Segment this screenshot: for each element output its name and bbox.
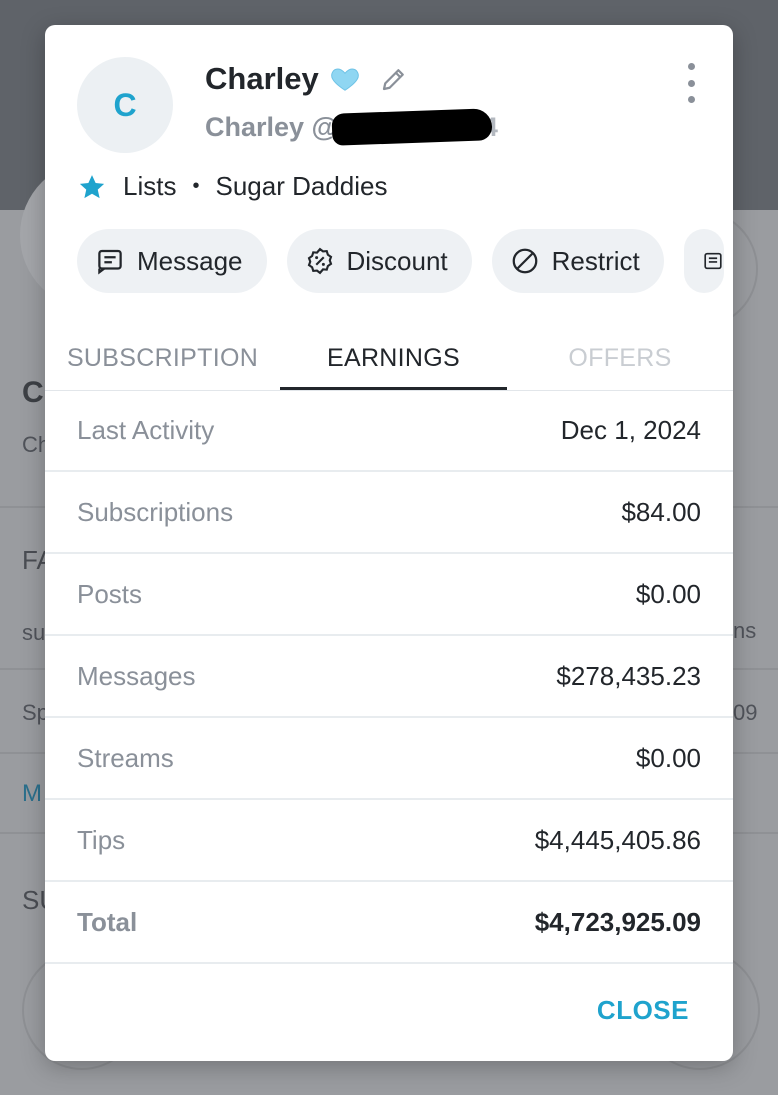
row-value: $84.00 bbox=[621, 496, 701, 527]
fan-details-modal: C Charley Charley @ 74 Lists • Sugar Dad… bbox=[45, 25, 733, 1061]
background-right-text: ns bbox=[733, 618, 757, 643]
action-buttons: Message Discount Restrict bbox=[77, 229, 724, 293]
avatar[interactable]: C bbox=[77, 57, 173, 153]
pencil-icon[interactable] bbox=[379, 64, 409, 94]
heart-icon bbox=[329, 64, 361, 94]
tab-subscription[interactable]: SUBSCRIPTION bbox=[55, 325, 270, 391]
row-value: $0.00 bbox=[635, 742, 701, 773]
message-icon bbox=[98, 249, 122, 275]
star-icon bbox=[79, 174, 105, 198]
more-vertical-icon[interactable] bbox=[679, 63, 703, 103]
close-button[interactable]: CLOSE bbox=[597, 995, 689, 1026]
avatar-initial: C bbox=[113, 86, 137, 123]
background-more-link: M bbox=[22, 780, 42, 807]
row-label: Tips bbox=[77, 824, 126, 855]
tab-bar: SUBSCRIPTION EARNINGS OFFERS bbox=[45, 325, 733, 391]
row-value: $278,435.23 bbox=[556, 660, 701, 691]
earnings-row-messages: Messages $278,435.23 bbox=[45, 636, 733, 718]
earnings-row-tips: Tips $4,445,405.86 bbox=[45, 800, 733, 882]
dot-separator: • bbox=[192, 175, 200, 197]
discount-icon bbox=[307, 247, 332, 275]
redaction-mark bbox=[331, 108, 493, 146]
message-button[interactable]: Message bbox=[77, 229, 267, 293]
row-value: Dec 1, 2024 bbox=[560, 414, 701, 445]
row-label: Posts bbox=[77, 578, 143, 609]
discount-label: Discount bbox=[346, 245, 448, 276]
earnings-row-posts: Posts $0.00 bbox=[45, 554, 733, 636]
background-initial: C bbox=[22, 376, 44, 409]
user-handle: Charley @ bbox=[205, 111, 338, 142]
lists-label: Lists bbox=[123, 171, 177, 201]
row-label: Last Activity bbox=[77, 414, 215, 445]
row-value: $0.00 bbox=[635, 578, 701, 609]
earnings-row-total: Total $4,723,925.09 bbox=[45, 882, 733, 964]
list-name: Sugar Daddies bbox=[215, 171, 388, 201]
row-label: Total bbox=[77, 906, 138, 937]
discount-button[interactable]: Discount bbox=[286, 229, 472, 293]
background-right-value: 09 bbox=[733, 700, 758, 725]
message-label: Message bbox=[137, 245, 243, 276]
earnings-row-subscriptions: Subscriptions $84.00 bbox=[45, 472, 733, 554]
row-value: $4,445,405.86 bbox=[534, 824, 701, 855]
earnings-row-streams: Streams $0.00 bbox=[45, 718, 733, 800]
tab-earnings[interactable]: EARNINGS bbox=[280, 325, 507, 391]
row-label: Subscriptions bbox=[77, 496, 234, 527]
name-row: Charley bbox=[205, 61, 409, 97]
background-sub-text: su bbox=[22, 620, 46, 645]
tab-offers[interactable]: OFFERS bbox=[515, 325, 725, 391]
row-label: Messages bbox=[77, 660, 196, 691]
restrict-label: Restrict bbox=[551, 245, 640, 276]
row-value: $4,723,925.09 bbox=[534, 906, 701, 937]
lists-row[interactable]: Lists • Sugar Daddies bbox=[77, 171, 387, 202]
list-icon bbox=[704, 252, 722, 270]
handle-row: Charley @ 74 bbox=[205, 108, 498, 146]
earnings-table: Last Activity Dec 1, 2024 Subscriptions … bbox=[45, 390, 733, 964]
row-label: Streams bbox=[77, 742, 174, 773]
restrict-button[interactable]: Restrict bbox=[491, 229, 664, 293]
earnings-row-last-activity: Last Activity Dec 1, 2024 bbox=[45, 390, 733, 472]
user-name: Charley bbox=[205, 61, 319, 96]
restrict-icon bbox=[512, 248, 538, 274]
more-actions-button[interactable] bbox=[683, 229, 724, 293]
